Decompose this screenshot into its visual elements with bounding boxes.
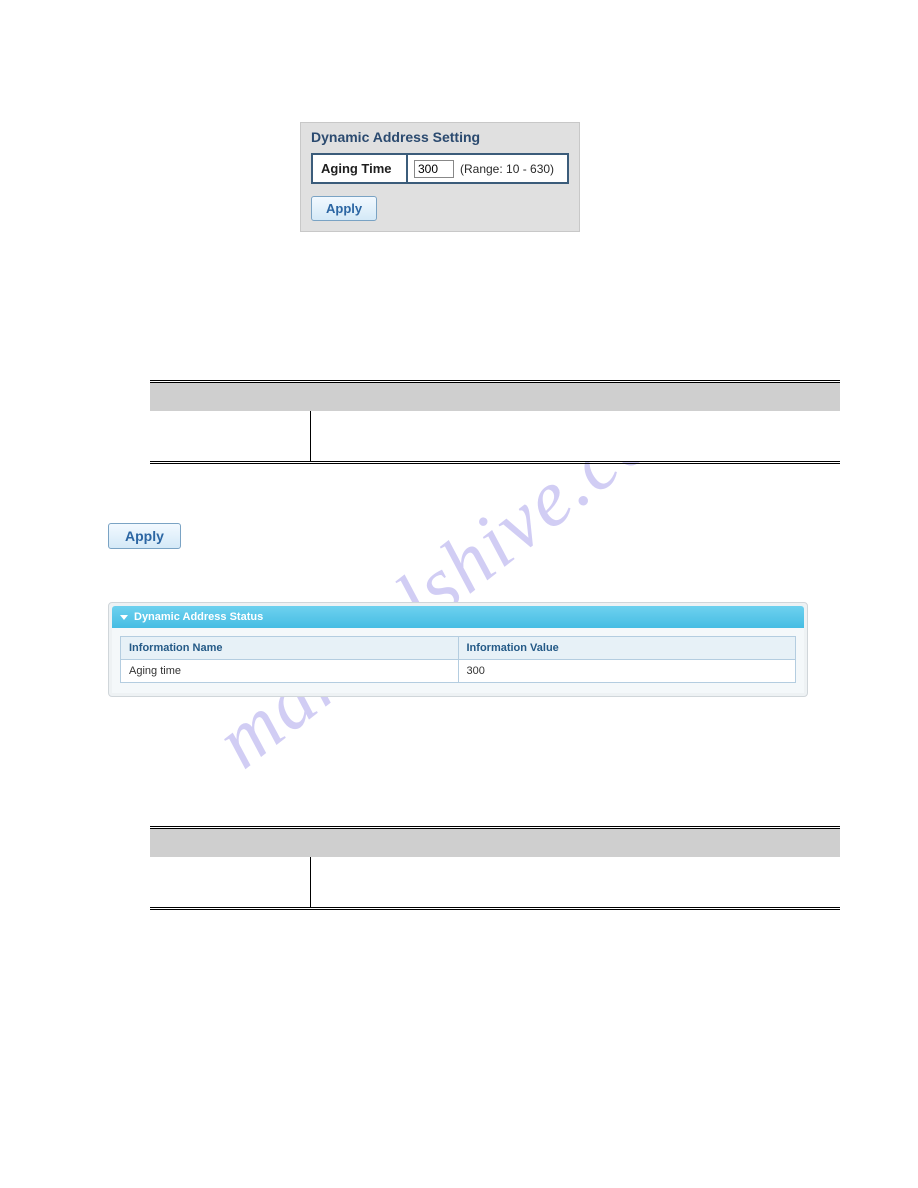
divider-table-2 xyxy=(150,826,840,910)
table-row: Aging time 300 xyxy=(121,660,796,683)
table-header-row: Information Name Information Value xyxy=(121,637,796,660)
aging-time-input-cell: (Range: 10 - 630) xyxy=(408,156,560,182)
status-table: Information Name Information Value Aging… xyxy=(120,636,796,683)
dynamic-address-setting-panel: Dynamic Address Setting Aging Time (Rang… xyxy=(300,122,580,232)
info-value-cell: 300 xyxy=(458,660,796,683)
dynamic-address-status-panel: Dynamic Address Status Information Name … xyxy=(108,602,808,697)
status-panel-header[interactable]: Dynamic Address Status xyxy=(112,606,804,628)
chevron-down-icon xyxy=(120,615,128,620)
divider-table-1 xyxy=(150,380,840,464)
panel-title: Dynamic Address Setting xyxy=(301,123,579,149)
aging-time-range-hint: (Range: 10 - 630) xyxy=(460,162,554,176)
aging-time-label: Aging Time xyxy=(313,155,408,182)
vertical-divider xyxy=(310,857,311,907)
apply-button[interactable]: Apply xyxy=(311,196,377,221)
info-value-header: Information Value xyxy=(458,637,796,660)
info-name-cell: Aging time xyxy=(121,660,459,683)
status-panel-body: Information Name Information Value Aging… xyxy=(112,628,804,693)
aging-time-row: Aging Time (Range: 10 - 630) xyxy=(311,153,569,184)
status-panel-title: Dynamic Address Status xyxy=(134,611,263,623)
aging-time-input[interactable] xyxy=(414,160,454,178)
info-name-header: Information Name xyxy=(121,637,459,660)
vertical-divider xyxy=(310,411,311,461)
apply-button-standalone[interactable]: Apply xyxy=(108,523,181,549)
